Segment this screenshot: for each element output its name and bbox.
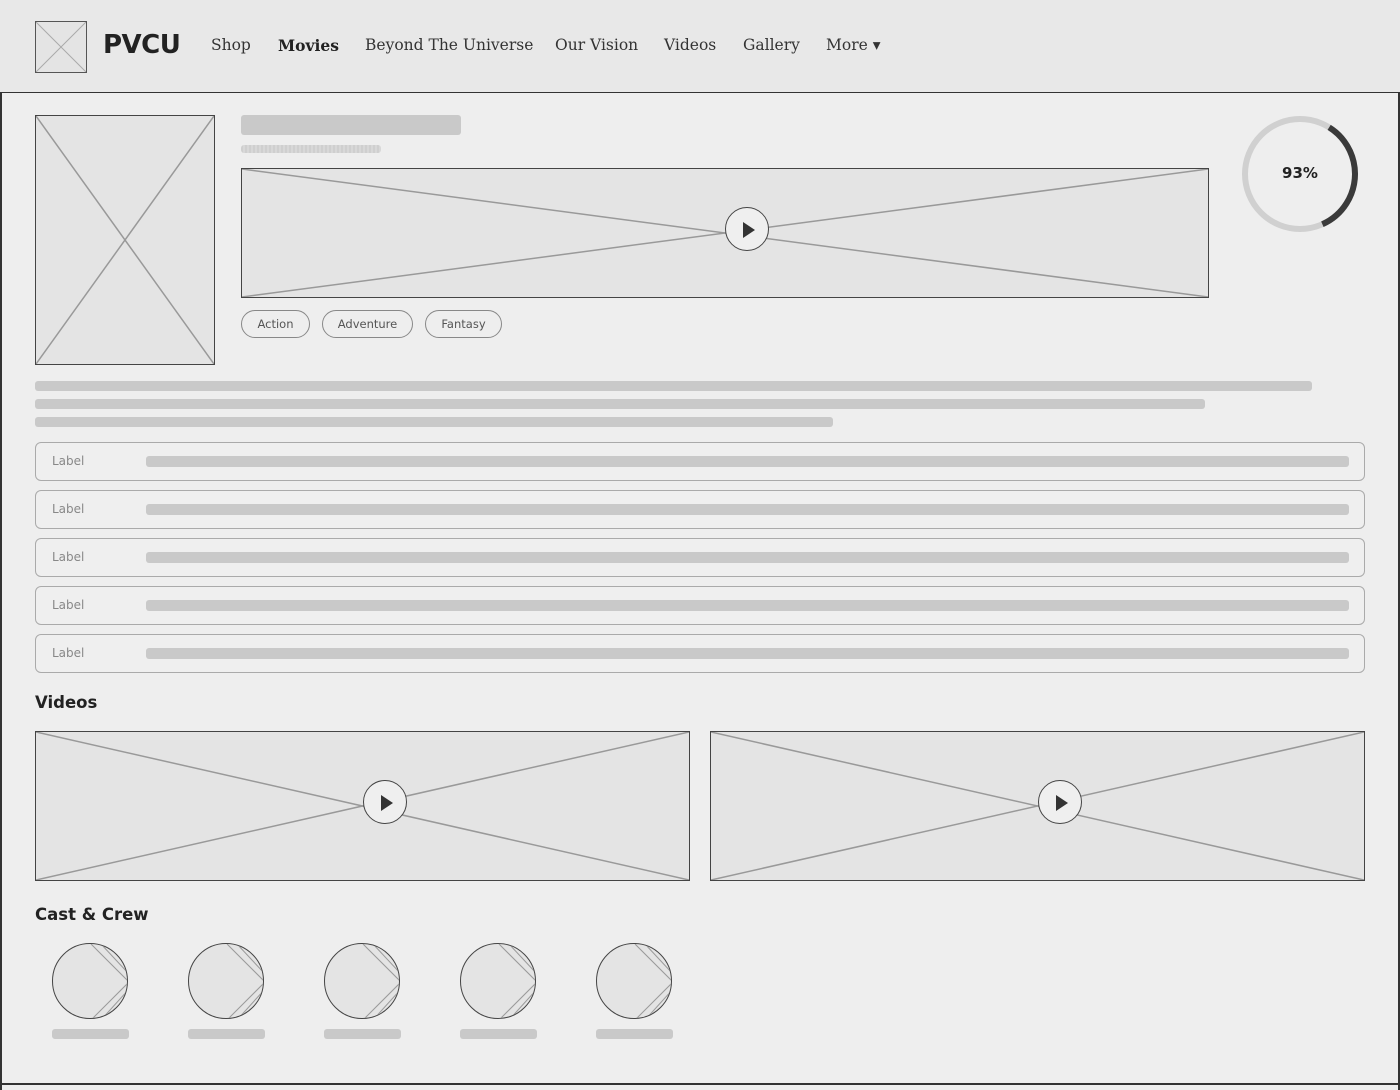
detail-row-value-placeholder — [146, 552, 1349, 563]
cast-avatar[interactable] — [596, 943, 672, 1019]
cast-avatar[interactable] — [188, 943, 264, 1019]
detail-row-label: Label — [52, 646, 85, 660]
detail-row: Label — [35, 634, 1365, 673]
detail-row: Label — [35, 538, 1365, 577]
nav-item-videos[interactable]: Videos — [664, 36, 716, 54]
detail-row-value-placeholder — [146, 648, 1349, 659]
brand-name[interactable]: PVCU — [103, 30, 181, 60]
detail-row-label: Label — [52, 502, 85, 516]
detail-row-label: Label — [52, 550, 85, 564]
description-line — [35, 399, 1205, 409]
movie-poster — [35, 115, 215, 365]
nav-item-our-vision[interactable]: Our Vision — [555, 36, 638, 54]
detail-row: Label — [35, 586, 1365, 625]
video-play-icon[interactable] — [363, 780, 407, 824]
movie-subtitle-placeholder — [241, 145, 381, 153]
cast-section-title: Cast & Crew — [35, 905, 149, 924]
nav-item-gallery[interactable]: Gallery — [743, 36, 800, 54]
site-header: PVCU Shop Movies Beyond The Universe Our… — [0, 0, 1400, 93]
detail-row-value-placeholder — [146, 504, 1349, 515]
detail-row: Label — [35, 442, 1365, 481]
detail-row-label: Label — [52, 454, 85, 468]
detail-row-label: Label — [52, 598, 85, 612]
description-line — [35, 417, 833, 427]
video-play-icon[interactable] — [1038, 780, 1082, 824]
cast-name-placeholder — [596, 1029, 673, 1039]
cast-avatar[interactable] — [460, 943, 536, 1019]
videos-section-title: Videos — [35, 693, 98, 712]
nav-item-beyond-the-universe[interactable]: Beyond The Universe — [365, 36, 533, 54]
cast-name-placeholder — [52, 1029, 129, 1039]
logo-image-placeholder[interactable] — [35, 21, 87, 73]
detail-row-value-placeholder — [146, 600, 1349, 611]
cast-avatar[interactable] — [52, 943, 128, 1019]
cast-name-placeholder — [324, 1029, 401, 1039]
rating-score-value: 93% — [1282, 164, 1318, 182]
cast-name-placeholder — [460, 1029, 537, 1039]
nav-item-more-dropdown[interactable]: More ▾ — [826, 36, 881, 54]
cast-name-placeholder — [188, 1029, 265, 1039]
page-bottom-border — [0, 1083, 1400, 1085]
genre-chip-action[interactable]: Action — [241, 310, 310, 338]
description-line — [35, 381, 1312, 391]
nav-item-movies[interactable]: Movies — [278, 36, 339, 55]
detail-row: Label — [35, 490, 1365, 529]
cast-avatar[interactable] — [324, 943, 400, 1019]
movie-title-placeholder — [241, 115, 461, 135]
genre-chip-adventure[interactable]: Adventure — [322, 310, 413, 338]
detail-row-value-placeholder — [146, 456, 1349, 467]
trailer-play-icon[interactable] — [725, 207, 769, 251]
rating-score-ring: 93% — [1240, 114, 1360, 234]
genre-chip-fantasy[interactable]: Fantasy — [425, 310, 502, 338]
nav-item-shop[interactable]: Shop — [211, 36, 251, 54]
